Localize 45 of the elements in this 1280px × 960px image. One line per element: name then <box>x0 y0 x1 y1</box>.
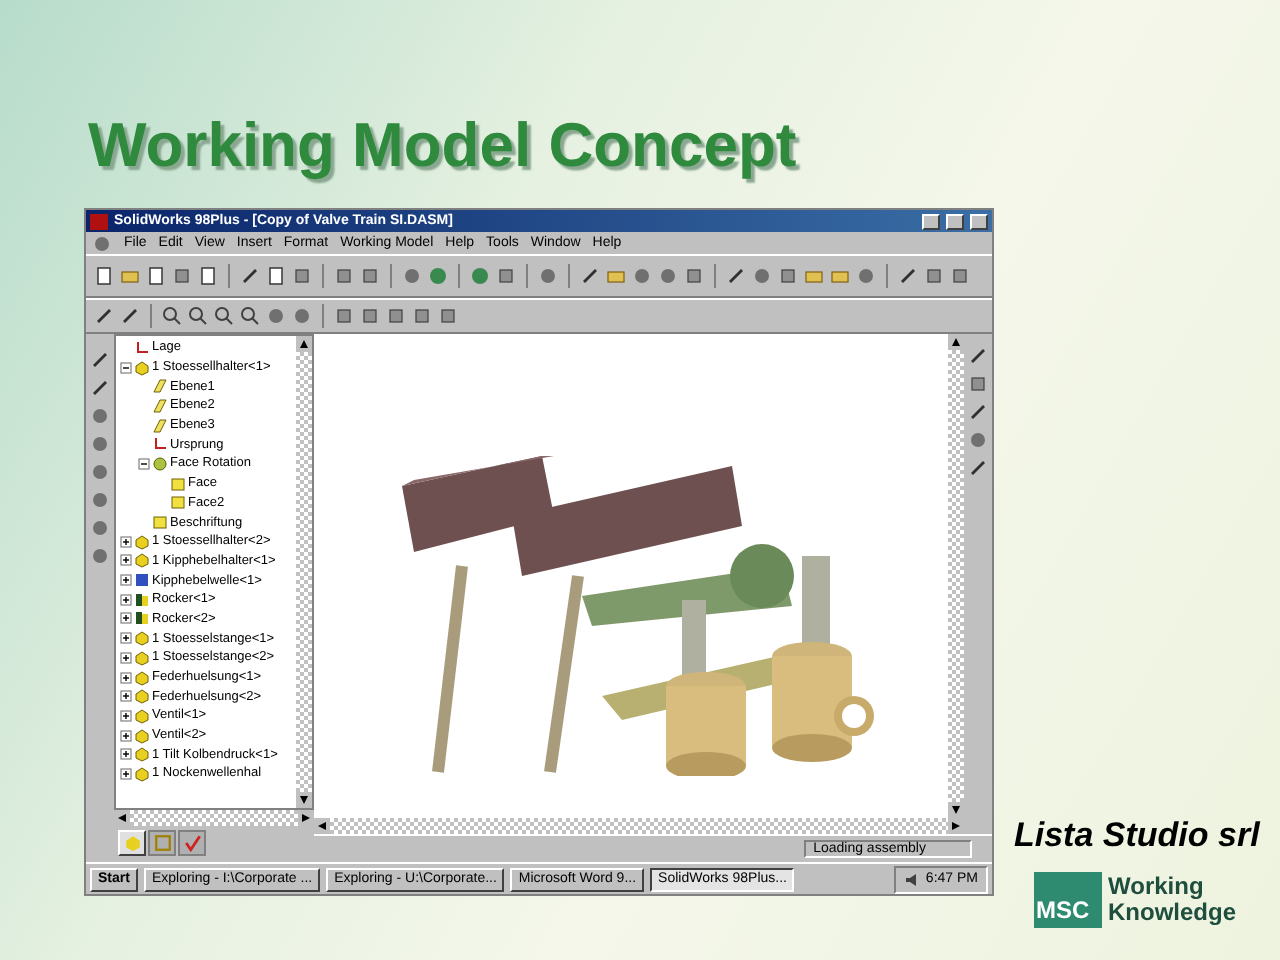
slide-title: Working Model Concept <box>88 112 799 180</box>
axes-icon <box>134 339 150 356</box>
logo-text: Knowledge <box>1108 900 1237 926</box>
expand-icon[interactable] <box>120 729 132 742</box>
property-icon <box>153 834 171 852</box>
feature-icon <box>152 455 168 472</box>
scroll-left-icon[interactable] <box>114 810 130 826</box>
scroll-left-icon[interactable] <box>314 818 330 834</box>
expand-icon[interactable] <box>120 748 132 761</box>
app-icon <box>90 213 108 229</box>
logo-text: Working <box>1108 874 1206 900</box>
scroll-up-icon[interactable] <box>948 334 964 350</box>
expand-icon[interactable] <box>120 612 132 625</box>
expand-icon[interactable] <box>120 554 132 567</box>
scroll-right-icon[interactable] <box>298 810 314 826</box>
part-icon <box>123 834 141 852</box>
part-icon <box>134 359 150 376</box>
collapse-icon[interactable] <box>120 361 132 374</box>
speaker-icon[interactable] <box>903 871 920 887</box>
scroll-up-icon[interactable] <box>296 336 312 352</box>
expand-icon[interactable] <box>120 709 132 722</box>
expand-icon[interactable] <box>120 535 132 548</box>
scroll-down-icon[interactable] <box>948 802 964 818</box>
scroll-right-icon[interactable] <box>948 818 964 834</box>
expand-icon[interactable] <box>120 574 132 587</box>
close-button[interactable] <box>970 213 988 229</box>
expand-icon[interactable] <box>120 767 132 780</box>
toolbar-icon[interactable] <box>240 306 260 326</box>
company-name: Lista Studio srl <box>1014 816 1260 856</box>
collapse-icon[interactable] <box>138 457 150 470</box>
check-icon <box>183 834 201 852</box>
expand-icon[interactable] <box>120 632 132 645</box>
expand-icon[interactable] <box>120 593 132 606</box>
expand-icon[interactable] <box>120 651 132 664</box>
toolbar-icon[interactable] <box>162 306 182 326</box>
scroll-down-icon[interactable] <box>296 792 312 808</box>
toolbar-icon[interactable] <box>188 306 208 326</box>
expand-icon[interactable] <box>120 671 132 684</box>
axes-icon <box>152 436 168 453</box>
maximize-button[interactable] <box>946 213 964 229</box>
expand-icon[interactable] <box>120 690 132 703</box>
minimize-button[interactable] <box>922 213 940 229</box>
logo-mark: MSC <box>1034 872 1102 928</box>
assembly-icon <box>134 572 150 589</box>
toolbar-icon[interactable] <box>214 306 234 326</box>
